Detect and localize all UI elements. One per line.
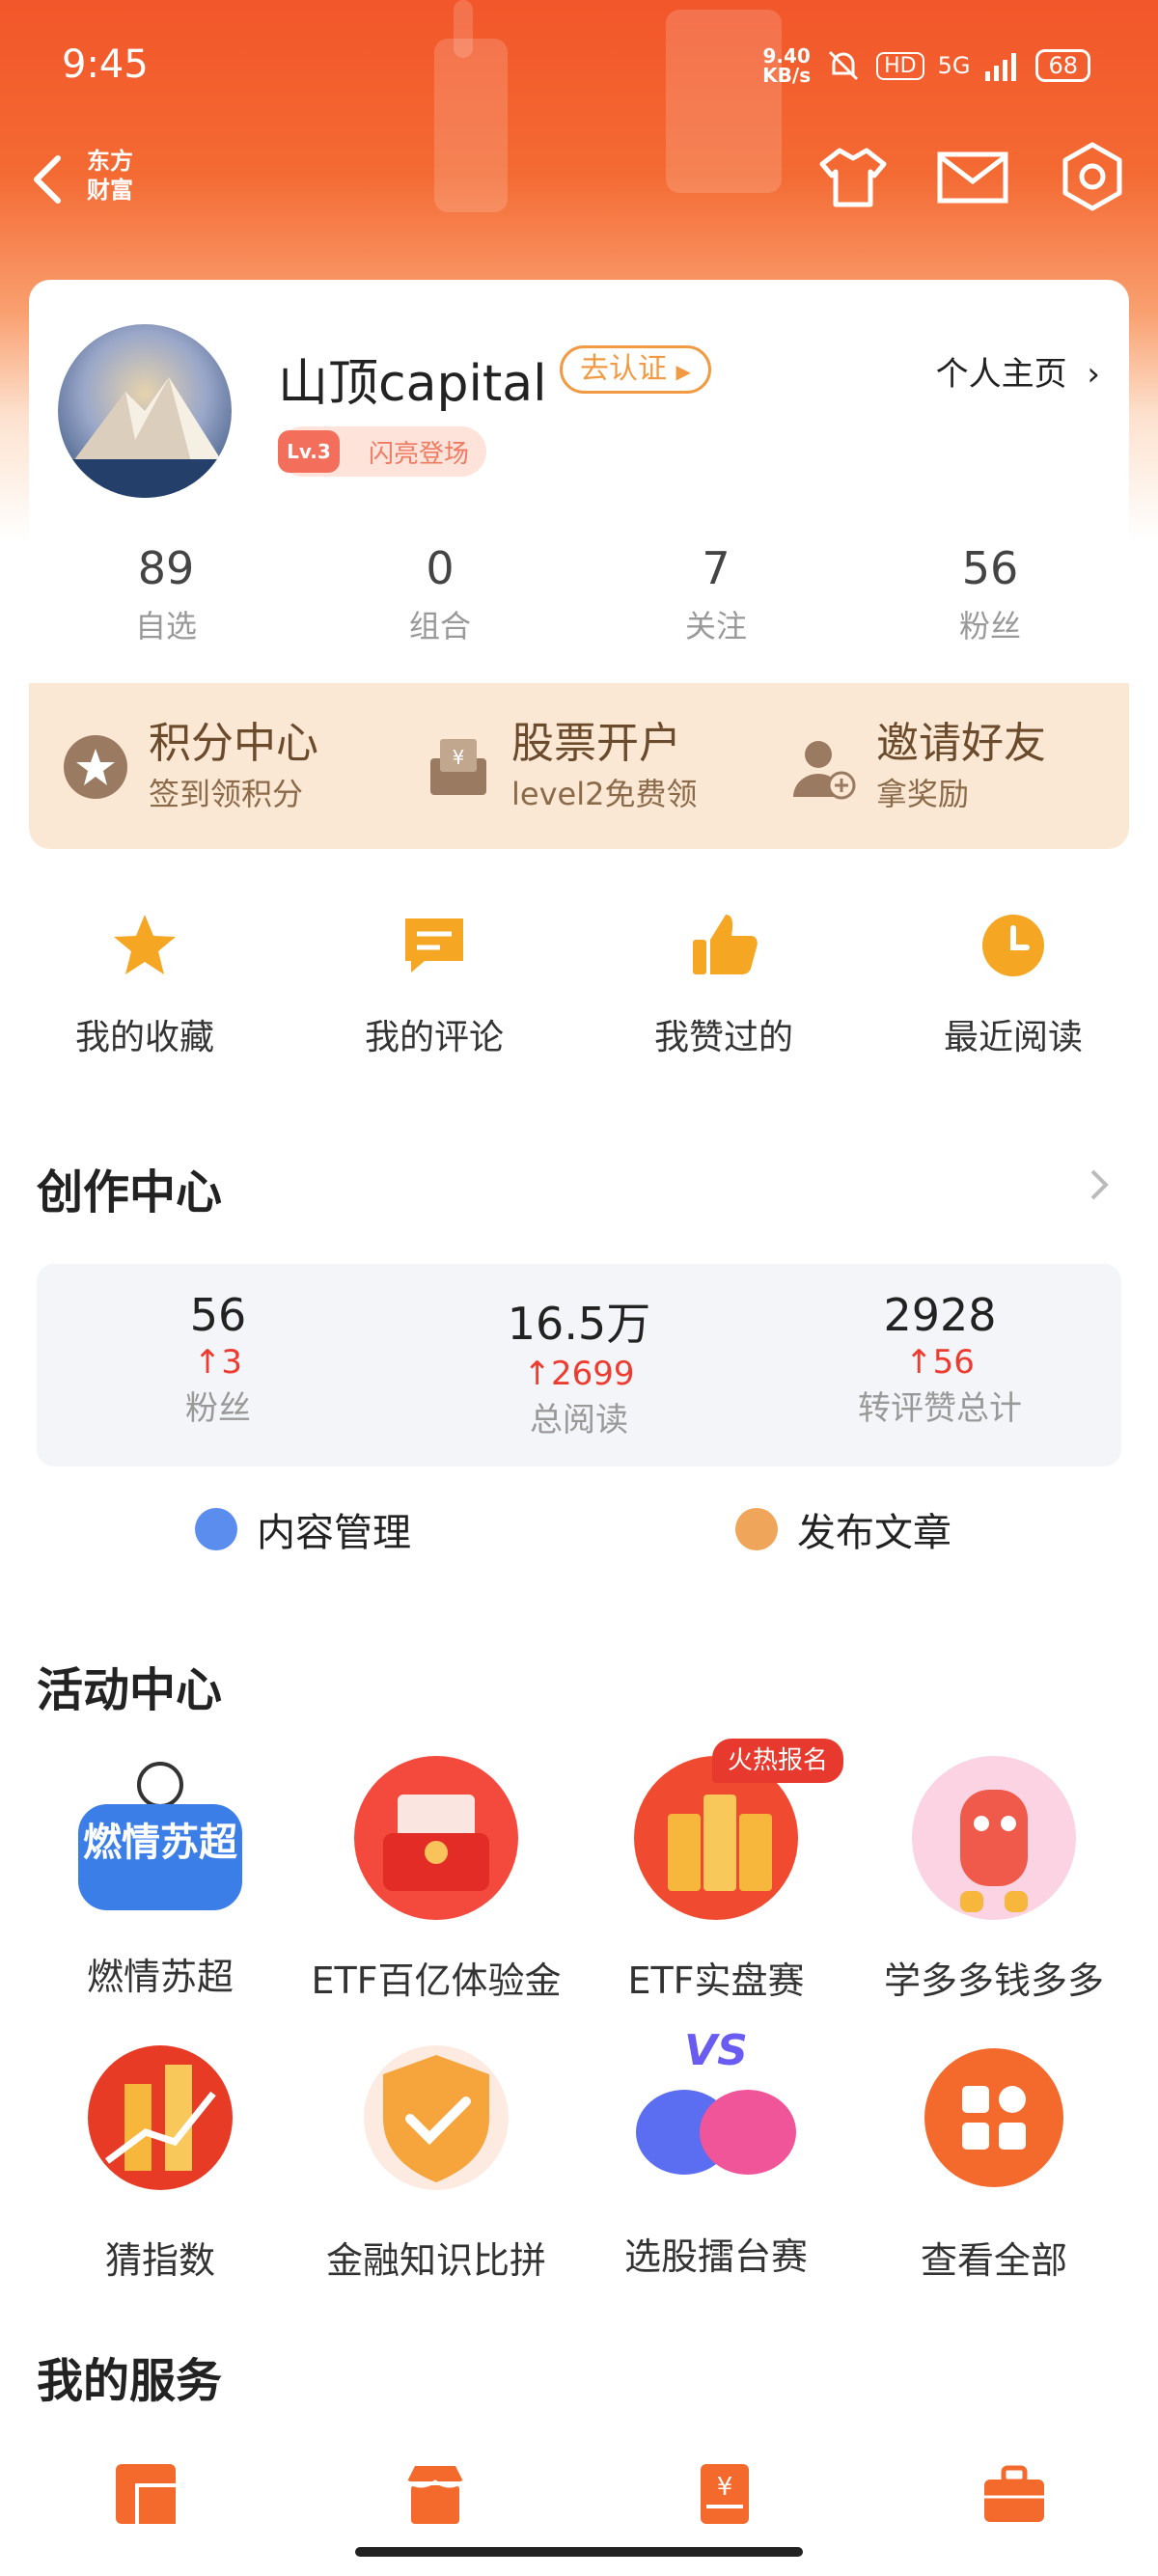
publish-article-icon [735,1508,778,1550]
activity-center-title: 活动中心 [37,1663,223,1717]
creator-center-title: 创作中心 [37,1165,223,1219]
up-arrow-icon: ↑ [523,1355,551,1393]
quick-favorites[interactable]: 我的收藏 [48,907,241,1059]
service-briefcase-icon[interactable] [980,2460,1048,2528]
svg-text:¥: ¥ [717,2473,733,2502]
certify-button[interactable]: 去认证 ▶ [560,345,711,394]
activity-view-all[interactable]: 查看全部 [868,2026,1119,2284]
mute-bell-icon [829,50,859,81]
grid-all-icon [924,2048,1063,2187]
service-layout-icon[interactable] [112,2460,179,2528]
up-arrow-icon: ↑ [905,1343,933,1382]
clock-icon [982,915,1044,976]
settings-gear-icon[interactable] [1054,139,1131,216]
username: 山顶capital [278,355,547,413]
creator-stat-fans[interactable]: 56 ↑3 粉丝 [93,1289,344,1429]
chevron-right-icon: › [1087,355,1100,394]
quick-recent[interactable]: 最近阅读 [917,907,1110,1059]
activity-stock-arena[interactable]: VS 选股擂台赛 [591,2026,841,2280]
promo-invite-friends[interactable]: 邀请好友 拿奖励 [789,704,1108,830]
top-nav: 东方 财富 [0,135,1158,222]
creator-stat-reads[interactable]: 16.5万 ↑2699 总阅读 [454,1289,704,1440]
activity-guess-index[interactable]: 猜指数 [35,2026,286,2284]
stat-watchlist[interactable]: 89 自选 [79,542,253,646]
battery-indicator: 68 [1035,49,1090,82]
chevron-right-icon[interactable] [1085,1164,1114,1206]
back-arrow-icon[interactable] [21,145,79,214]
svg-text:¥: ¥ [453,746,465,769]
promo-open-account[interactable]: ¥ 股票开户 level2免费领 [425,704,743,830]
quick-liked[interactable]: 我赞过的 [627,907,820,1059]
content-manage-icon [195,1508,237,1550]
quick-comments[interactable]: 我的评论 [338,907,531,1059]
hot-signup-badge: 火热报名 [712,1739,844,1783]
up-arrow-icon: ↑ [193,1343,222,1382]
activity-learn-earn[interactable]: 学多多钱多多 [868,1746,1119,2004]
activity-etf-trial-fund[interactable]: ETF百亿体验金 [311,1746,562,2004]
avatar[interactable] [58,324,232,498]
homepage-link[interactable]: 个人主页 › [936,347,1100,395]
add-user-icon [793,741,856,800]
home-indicator[interactable] [355,2547,803,2557]
promo-points-center[interactable]: 积分中心 签到领积分 [62,704,380,830]
service-store-icon[interactable] [401,2460,469,2528]
stat-following[interactable]: 7 关注 [629,542,803,646]
signal-5g: 5G [937,52,971,79]
publish-article-button[interactable]: 发布文章 [735,1500,951,1558]
mascot-icon [912,1756,1076,1920]
status-bar: 9:45 9.40 KB/s HD 5G 68 [0,0,1158,135]
star-coin-icon [64,735,127,799]
my-services-title: 我的服务 [37,2354,223,2408]
activity-su-league[interactable]: 燃情苏超 燃情苏超 [35,1746,286,2000]
activity-etf-contest[interactable]: ETF实盘赛 [591,1746,841,2004]
soccer-league-icon: 燃情苏超 [69,1746,252,1930]
thumbs-up-icon [693,915,758,974]
shield-check-icon [364,2045,509,2190]
level-badge[interactable]: Lv.3 闪亮登场 [278,426,486,477]
skin-shirt-icon[interactable] [814,139,892,216]
comment-icon [405,918,463,973]
activity-finance-quiz[interactable]: 金融知识比拼 [311,2026,562,2284]
stat-fans[interactable]: 56 粉丝 [903,542,1077,646]
star-icon [114,915,176,974]
service-wealth-icon[interactable]: ¥ [691,2460,758,2528]
stat-portfolio[interactable]: 0 组合 [353,542,527,646]
status-icons: 9.40 KB/s HD 5G 68 [762,46,1090,85]
brand-logo[interactable]: 东方 财富 [87,147,133,205]
signal-bars-icon [985,53,1017,81]
index-chart-icon [88,2045,233,2190]
creator-stat-engagement[interactable]: 2928 ↑56 转评赞总计 [814,1289,1065,1429]
profile-page: 9:45 9.40 KB/s HD 5G 68 东方 财富 山顶capital … [0,0,1158,2576]
status-time: 9:45 [62,42,149,87]
yen-box-icon: ¥ [430,739,486,795]
red-envelope-icon [354,1756,518,1920]
boxing-gloves-icon: VS [624,2026,808,2209]
mountain-avatar-image [58,377,232,498]
net-speed: 9.40 KB/s [762,44,812,87]
hd-badge: HD [876,51,924,80]
content-manage-button[interactable]: 内容管理 [195,1500,411,1558]
level-number: Lv.3 [278,430,340,473]
level-title: 闪亮登场 [369,440,470,469]
play-triangle-icon: ▶ [676,360,691,383]
mail-icon[interactable] [934,139,1011,216]
